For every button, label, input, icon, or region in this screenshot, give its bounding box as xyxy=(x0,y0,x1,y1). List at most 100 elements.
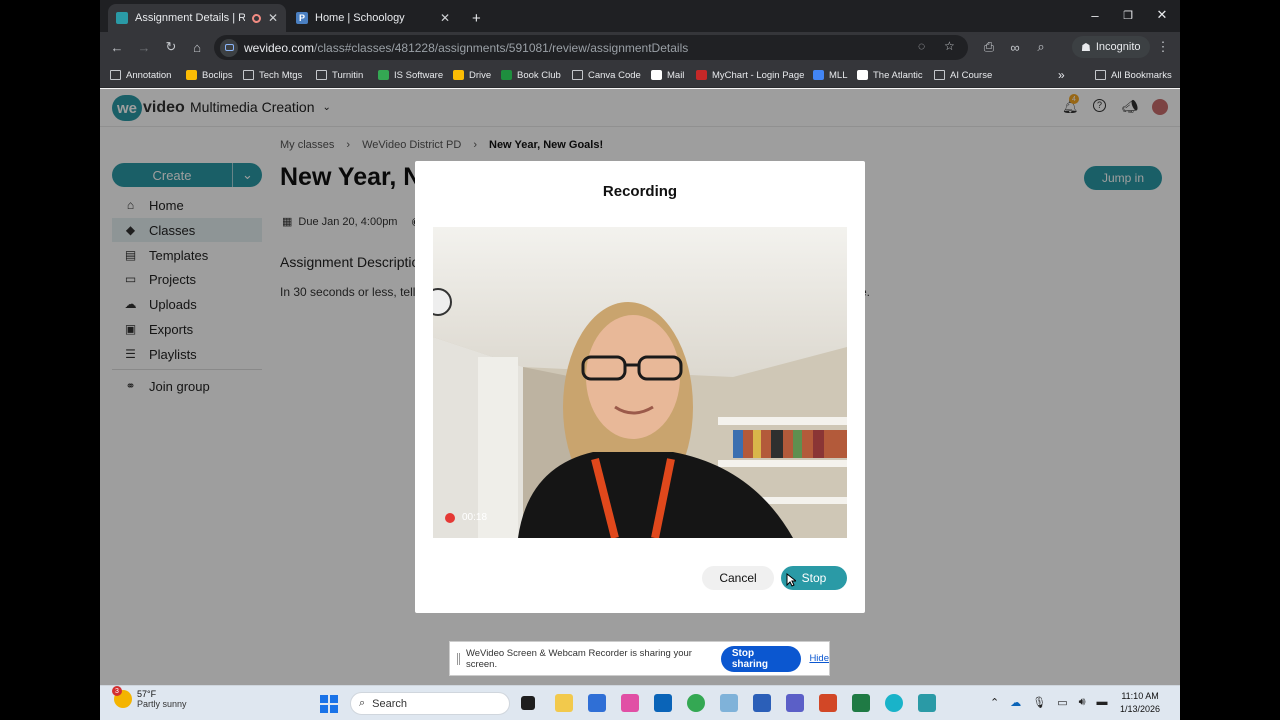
screen-share-bar: WeVideo Screen & Webcam Recorder is shar… xyxy=(449,641,830,676)
weather-desc: Partly sunny xyxy=(137,699,187,709)
new-tab-button[interactable]: + xyxy=(464,4,490,32)
clock-time: 11:10 AM xyxy=(1121,691,1159,701)
classroom-icon xyxy=(501,70,512,80)
tab-schoology[interactable]: P Home | Schoology ✕ xyxy=(288,4,458,32)
wevideo-page: we video Multimedia Creation ⌄ 🔔︎ 4 ? 📣︎… xyxy=(100,89,1180,685)
teams-icon[interactable] xyxy=(786,694,804,712)
store-icon[interactable] xyxy=(588,694,606,712)
recording-modal: Recording 00:18 Cancel Stop xyxy=(415,161,865,613)
bookmark-item[interactable]: Mail xyxy=(651,67,684,83)
menu-kebab-icon[interactable]: ⋮ xyxy=(1152,36,1174,58)
bookmark-item[interactable]: MLL xyxy=(813,67,847,83)
incognito-label: Incognito xyxy=(1095,41,1141,53)
chevron-up-icon[interactable]: ⌃ xyxy=(990,696,999,709)
restore-button[interactable]: ❐ xyxy=(1111,0,1145,30)
bookmark-label: Tech Mtgs xyxy=(259,69,303,81)
bookmark-item[interactable]: Annotation xyxy=(110,67,171,83)
clock-date: 1/13/2026 xyxy=(1120,704,1161,714)
drag-handle[interactable] xyxy=(457,652,460,665)
excel-icon[interactable] xyxy=(852,694,870,712)
recording-timer: 00:18 xyxy=(445,512,487,523)
chrome-icon[interactable] xyxy=(687,694,705,712)
forward-button[interactable]: → xyxy=(133,36,155,58)
minimize-button[interactable]: – xyxy=(1078,0,1112,30)
home-button[interactable]: ⌂ xyxy=(186,36,208,58)
bookmark-label: Annotation xyxy=(126,69,172,81)
boclips-icon xyxy=(186,70,197,80)
taskbar-search[interactable]: ⌕ Search xyxy=(350,692,510,715)
stop-sharing-button[interactable]: Stop sharing xyxy=(720,645,802,672)
bookmark-label: MLL xyxy=(829,69,848,81)
bookmark-label: Boclips xyxy=(202,69,233,81)
word-icon[interactable] xyxy=(753,694,771,712)
x-icon xyxy=(651,70,662,80)
wevideo-recorder-icon[interactable] xyxy=(918,694,936,712)
bookmark-item[interactable]: Tech Mtgs xyxy=(243,67,302,83)
weather-temp: 57°F xyxy=(137,689,157,699)
bookmark-item[interactable]: The Atlantic xyxy=(857,67,923,83)
bookmark-item[interactable]: Canva Code xyxy=(572,67,641,83)
network-icon[interactable]: ▭ xyxy=(1057,696,1067,709)
microphone-icon[interactable]: 🎙︎ xyxy=(1032,696,1046,709)
search-icon: ⌕ xyxy=(359,697,366,709)
file-explorer-icon[interactable] xyxy=(555,694,573,712)
record-dot-icon xyxy=(445,512,455,523)
all-bookmarks-button[interactable]: All Bookmarks xyxy=(1095,67,1172,83)
bookmark-item[interactable]: IS Software xyxy=(378,67,443,83)
reload-button[interactable]: ↻ xyxy=(160,36,182,58)
eye-off-icon[interactable]: ◌ xyxy=(918,39,925,53)
webcam-preview: 00:18 xyxy=(433,227,847,538)
webcam-feed-image xyxy=(433,227,847,538)
mouse-cursor-icon xyxy=(786,573,796,587)
hide-link[interactable]: Hide xyxy=(809,653,829,664)
address-bar[interactable]: wevideo.com/class#classes/481228/assignm… xyxy=(214,35,968,60)
doc-icon xyxy=(813,70,824,80)
bookmark-item[interactable]: Book Club xyxy=(501,67,561,83)
bookmark-label: Book Club xyxy=(517,69,561,81)
bookmark-item[interactable]: Drive xyxy=(453,67,491,83)
bookmarks-bar: Annotation Boclips Tech Mtgs Turnitin IS Sof… xyxy=(100,62,1180,88)
wevideo-favicon-icon xyxy=(116,12,128,24)
bookmarks-overflow-button[interactable]: » xyxy=(1058,67,1065,83)
bookmark-item[interactable]: AI Course xyxy=(934,67,992,83)
task-view-icon[interactable] xyxy=(521,696,535,710)
tab-assignment-details[interactable]: Assignment Details | Review ✕ xyxy=(108,4,286,32)
close-tab-icon[interactable]: ✕ xyxy=(268,11,278,25)
screen-search-icon[interactable]: ⌕ xyxy=(1030,36,1052,58)
photos-icon[interactable] xyxy=(621,694,639,712)
bookmark-item[interactable]: MyChart - Login Page xyxy=(696,67,804,83)
canva-icon[interactable] xyxy=(885,694,903,712)
start-button[interactable] xyxy=(320,695,338,713)
print-icon[interactable]: ⎙ xyxy=(978,36,1000,58)
tab-strip: Assignment Details | Review ✕ P Home | S… xyxy=(100,0,1180,32)
recording-indicator-icon xyxy=(251,13,261,23)
share-message: WeVideo Screen & Webcam Recorder is shar… xyxy=(465,647,692,670)
back-button[interactable]: ← xyxy=(106,36,128,58)
snipping-tool-icon[interactable] xyxy=(720,694,738,712)
powerpoint-icon[interactable] xyxy=(819,694,837,712)
onedrive-icon[interactable]: ☁ xyxy=(1010,696,1021,709)
site-info-icon[interactable] xyxy=(220,38,238,57)
windows-taskbar: 3 57°F Partly sunny ⌕ Search ⌃ ☁ 🎙︎ ▭ 🔊︎… xyxy=(100,685,1180,720)
close-tab-icon[interactable]: ✕ xyxy=(440,11,450,25)
bookmark-label: Drive xyxy=(469,69,492,81)
outlook-icon[interactable] xyxy=(654,694,672,712)
mychart-icon xyxy=(696,70,707,80)
weather-widget[interactable]: 3 57°F Partly sunny xyxy=(112,686,187,709)
bookmark-label: Mail xyxy=(667,69,685,81)
battery-icon[interactable]: ▬ xyxy=(1097,696,1108,709)
link-icon[interactable]: ∞ xyxy=(1004,36,1026,58)
bookmark-item[interactable]: Boclips xyxy=(186,67,233,83)
sheet-icon xyxy=(378,70,389,80)
schoology-favicon-icon: P xyxy=(296,12,308,24)
incognito-badge[interactable]: ☗ Incognito xyxy=(1072,36,1150,58)
cancel-button[interactable]: Cancel xyxy=(702,566,774,590)
volume-icon[interactable]: 🔊︎ xyxy=(1079,696,1086,709)
url-text: wevideo.com/class#classes/481228/assignm… xyxy=(244,41,688,55)
incognito-icon: ☗ xyxy=(1081,41,1091,54)
bookmark-item[interactable]: Turnitin xyxy=(316,67,363,83)
clock[interactable]: 11:10 AM 1/13/2026 xyxy=(1120,690,1160,716)
close-window-button[interactable]: ✕ xyxy=(1145,0,1179,30)
weather-badge: 3 xyxy=(112,686,122,696)
bookmark-star-icon[interactable]: ☆ xyxy=(944,39,955,53)
